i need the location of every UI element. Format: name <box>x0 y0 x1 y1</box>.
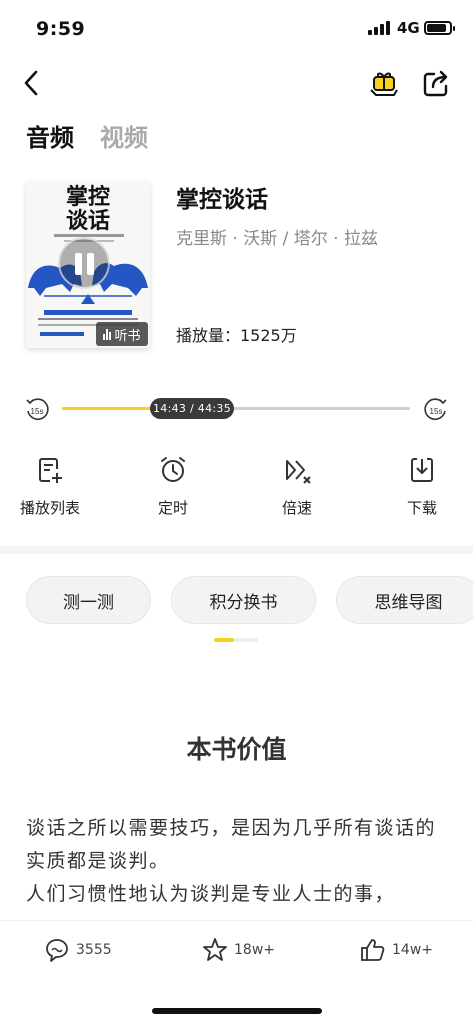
favorites-count: 18w+ <box>234 942 275 958</box>
comment-icon <box>46 939 68 962</box>
favorite-button[interactable]: 18w+ <box>202 937 275 963</box>
section-divider <box>0 546 473 554</box>
comments-button[interactable]: 3555 <box>44 937 112 963</box>
book-author: 克里斯 · 沃斯 / 塔尔 · 拉兹 <box>176 229 378 249</box>
tab-audio[interactable]: 音频 <box>26 118 74 159</box>
home-indicator <box>152 1008 322 1014</box>
timer-icon <box>161 457 185 482</box>
speed-button[interactable]: 倍速 <box>252 455 342 518</box>
listen-badge: 听书 <box>96 322 148 346</box>
likes-count: 14w+ <box>392 942 433 958</box>
chip-scroll-indicator <box>214 638 258 642</box>
quiz-chip[interactable]: 测一测 <box>26 576 151 624</box>
status-bar: 9:59 4G <box>0 0 473 54</box>
speed-icon <box>286 460 311 484</box>
cover-title: 掌控 谈话 <box>65 185 110 234</box>
timer-label: 定时 <box>157 499 188 517</box>
share-icon[interactable] <box>420 68 452 100</box>
play-count: 播放量：1525万 <box>176 326 297 345</box>
download-label: 下载 <box>406 499 437 517</box>
book-value-text: 谈话之所以需要技巧，是因为几乎所有谈话的实质都是谈判。 人们习惯性地认为谈判是专… <box>26 812 451 903</box>
tab-video[interactable]: 视频 <box>100 118 148 159</box>
paragraph-1: 谈话之所以需要技巧，是因为几乎所有谈话的实质都是谈判。 <box>26 817 437 872</box>
network-type: 4G <box>397 19 420 37</box>
points-exchange-chip[interactable]: 积分换书 <box>171 576 316 624</box>
book-title: 掌控谈话 <box>176 187 268 213</box>
tab-audio-label: 音频 <box>26 124 74 152</box>
paragraph-2: 人们习惯性地认为谈判是专业人士的事， <box>26 883 396 903</box>
timer-button[interactable]: 定时 <box>128 455 218 518</box>
playlist-button[interactable]: 播放列表 <box>5 455 95 518</box>
playlist-icon <box>39 458 62 483</box>
tab-video-label: 视频 <box>100 124 148 152</box>
status-time: 9:59 <box>36 18 86 40</box>
star-icon <box>203 938 227 961</box>
forward-15-icon[interactable]: 15s <box>423 397 449 423</box>
pause-button[interactable] <box>58 237 110 289</box>
time-display[interactable]: 14:43 / 44:35 <box>150 398 234 419</box>
like-button[interactable]: 14w+ <box>360 937 433 963</box>
section-title: 本书价值 <box>186 735 287 764</box>
rewind-15-icon[interactable]: 15s <box>24 397 50 423</box>
playlist-label: 播放列表 <box>19 499 80 517</box>
svg-text:15s: 15s <box>430 407 443 416</box>
audio-bars-icon <box>103 328 112 340</box>
signal-icon <box>368 21 390 35</box>
download-button[interactable]: 下载 <box>377 455 467 518</box>
feature-chips: 测一测 积分换书 思维导图 <box>26 576 473 624</box>
gift-icon[interactable] <box>368 68 400 100</box>
listen-badge-label: 听书 <box>114 328 141 344</box>
battery-icon <box>424 21 455 35</box>
action-row: 播放列表 定时 倍速 下载 <box>0 455 473 525</box>
back-icon[interactable] <box>18 68 48 98</box>
download-icon <box>411 458 433 482</box>
progress-slider[interactable] <box>62 407 410 410</box>
mind-map-chip[interactable]: 思维导图 <box>336 576 473 624</box>
media-tabs: 音频 视频 <box>26 118 148 159</box>
speed-label: 倍速 <box>281 499 312 517</box>
comments-count: 3555 <box>76 942 112 958</box>
svg-text:15s: 15s <box>31 407 44 416</box>
thumbs-up-icon <box>361 939 385 961</box>
